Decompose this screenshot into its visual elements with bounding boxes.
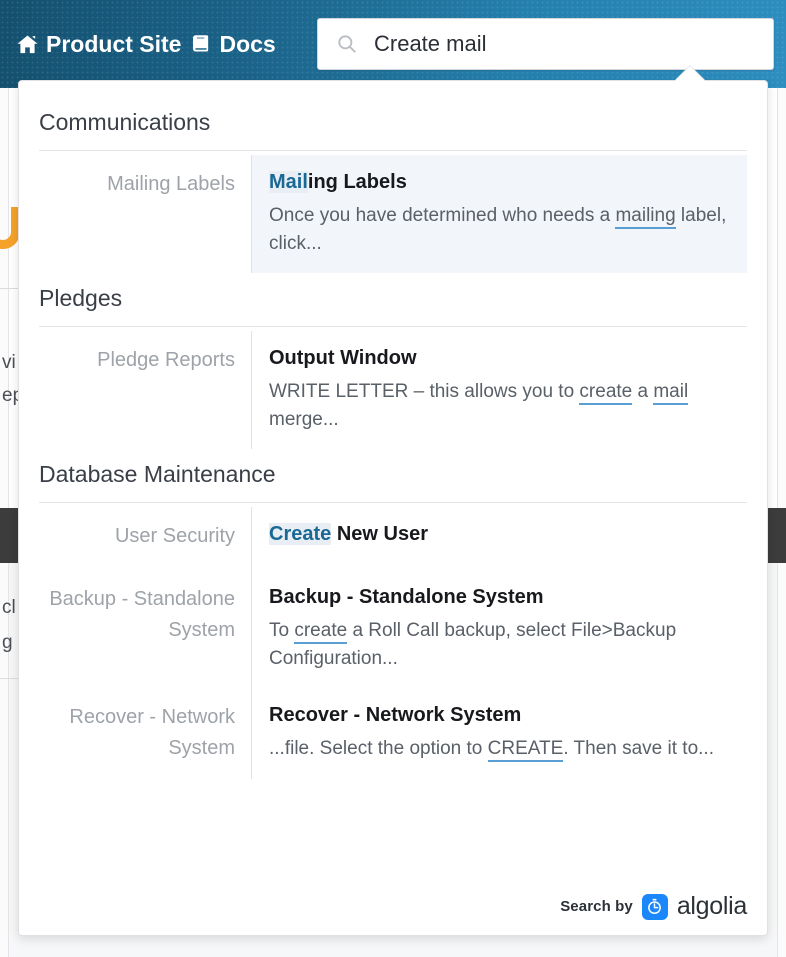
brand-nav: Product Site Docs xyxy=(16,31,276,58)
search-title-text: Backup - Standalone System xyxy=(269,586,544,608)
search-result-item[interactable]: Recover - Network SystemRecover - Networ… xyxy=(39,688,747,779)
search-match-highlight: Create xyxy=(269,523,331,545)
search-snippet-text: a xyxy=(632,381,653,402)
search-match-highlight: mail xyxy=(653,381,688,405)
search-result-title: Output Window xyxy=(269,345,733,372)
search-result-item[interactable]: User Security Create New User xyxy=(39,507,747,570)
search-title-text: ing Labels xyxy=(308,171,407,193)
results-section-title: Communications xyxy=(39,101,747,151)
results-section: PledgesPledge Reports Output Window WRITE … xyxy=(39,277,747,449)
search-title-text: Output Window xyxy=(269,347,417,369)
app-root: vi ep cl g Product Site xyxy=(0,0,786,957)
nav-link-docs[interactable]: Docs xyxy=(190,31,275,58)
home-icon xyxy=(16,33,39,56)
search-snippet-text: WRITE LETTER – this allows you to xyxy=(269,381,579,402)
search-result-body: Output Window WRITE LETTER – this allows … xyxy=(251,331,747,449)
nav-link-product-site[interactable]: Product Site xyxy=(16,31,181,58)
nav-label-product-site: Product Site xyxy=(46,31,181,58)
results-section-title: Pledges xyxy=(39,277,747,327)
search-result-title: Create New User xyxy=(269,521,733,548)
search-result-body: Backup - Standalone System To create a Ro… xyxy=(251,570,747,688)
algolia-attribution[interactable]: Search by algolia xyxy=(560,892,747,921)
results-section: Database MaintenanceUser Security Create … xyxy=(39,453,747,779)
book-icon xyxy=(190,33,212,55)
search-snippet-text: To xyxy=(269,620,294,641)
search-result-category: User Security xyxy=(39,507,251,570)
search-title-text: New User xyxy=(331,523,428,545)
search-snippet-text: ...file. Select the option to xyxy=(269,738,488,759)
search-snippet-text: . Then save it to... xyxy=(563,738,714,759)
algolia-attribution-label: Search by xyxy=(560,898,633,915)
search-input[interactable] xyxy=(374,31,761,57)
search-results-list: CommunicationsMailing LabelsMailing Labe… xyxy=(19,81,767,779)
search-results-dropdown: CommunicationsMailing LabelsMailing Labe… xyxy=(18,80,768,936)
search-result-snippet: ...file. Select the option to CREATE. Th… xyxy=(269,735,733,763)
search-result-title: Recover - Network System xyxy=(269,702,733,729)
results-section-title: Database Maintenance xyxy=(39,453,747,503)
search-result-title: Backup - Standalone System xyxy=(269,584,733,611)
search-result-item[interactable]: Backup - Standalone SystemBackup - Stand… xyxy=(39,570,747,688)
search-result-category: Pledge Reports xyxy=(39,331,251,449)
dropdown-caret xyxy=(675,66,705,81)
algolia-stopwatch-icon xyxy=(642,894,668,920)
search-snippet-text: Once you have determined who needs a xyxy=(269,205,615,226)
search-result-body: Create New User xyxy=(251,507,747,570)
search-container xyxy=(317,18,774,70)
search-snippet-text: merge... xyxy=(269,409,339,430)
search-match-highlight: CREATE xyxy=(488,738,564,762)
search-result-category: Recover - Network System xyxy=(39,688,251,779)
search-result-snippet: To create a Roll Call backup, select Fil… xyxy=(269,617,733,672)
search-icon xyxy=(336,33,358,55)
search-result-body: Recover - Network System ...file. Select … xyxy=(251,688,747,779)
search-match-highlight: create xyxy=(294,620,347,644)
results-section: CommunicationsMailing LabelsMailing Labe… xyxy=(39,101,747,273)
search-match-highlight: Mail xyxy=(269,171,308,193)
search-result-item[interactable]: Pledge Reports Output Window WRITE LETTER … xyxy=(39,331,747,449)
site-header: Product Site Docs xyxy=(0,0,786,88)
search-result-snippet: Once you have determined who needs a mai… xyxy=(269,202,733,257)
search-result-item[interactable]: Mailing LabelsMailing LabelsOnce you hav… xyxy=(39,155,747,273)
search-result-category: Mailing Labels xyxy=(39,155,251,273)
search-result-title: Mailing Labels xyxy=(269,169,733,196)
search-match-highlight: create xyxy=(579,381,632,405)
search-match-highlight: mailing xyxy=(615,205,675,229)
nav-label-docs: Docs xyxy=(219,31,275,58)
search-result-snippet: WRITE LETTER – this allows you to create… xyxy=(269,378,733,433)
search-box[interactable] xyxy=(317,18,774,70)
search-result-category: Backup - Standalone System xyxy=(39,570,251,688)
search-title-text: Recover - Network System xyxy=(269,704,521,726)
search-result-body: Mailing Labels Once you have determined w… xyxy=(251,155,747,273)
algolia-wordmark: algolia xyxy=(677,892,747,921)
